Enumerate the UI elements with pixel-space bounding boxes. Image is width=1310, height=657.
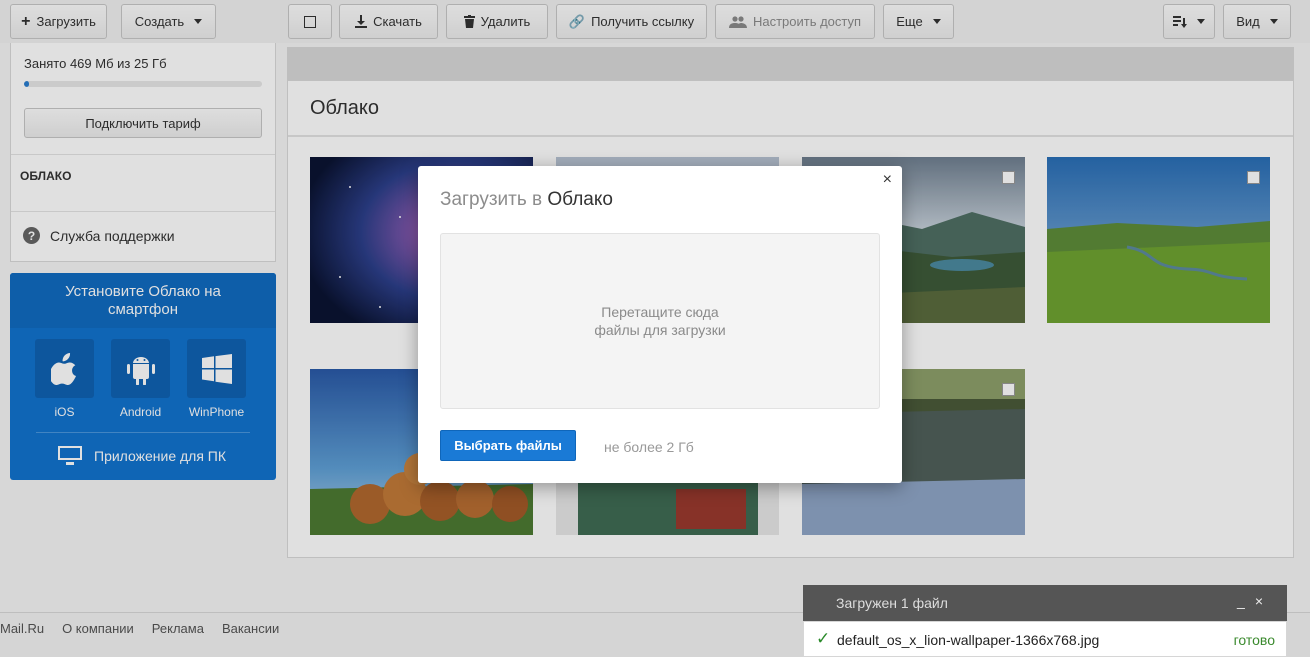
size-limit-text: не более 2 Гб [604, 439, 694, 455]
upload-status-text: готово [1233, 632, 1275, 648]
panel-controls: _× [1237, 593, 1273, 609]
upload-status-title: Загружен 1 файл [836, 595, 948, 611]
dialog-title: Загрузить в Облако [440, 189, 613, 211]
upload-dialog: Загрузить в Облако × Перетащите сюда фай… [418, 166, 902, 483]
close-icon[interactable]: × [883, 172, 892, 188]
drop-zone[interactable]: Перетащите сюда файлы для загрузки [440, 233, 880, 409]
choose-files-button[interactable]: Выбрать файлы [440, 430, 576, 461]
uploaded-file-name: default_os_x_lion-wallpaper-1366x768.jpg [837, 632, 1100, 648]
upload-status-header: Загружен 1 файл _× [803, 585, 1287, 621]
minimize-icon[interactable]: _ [1237, 593, 1255, 609]
dropzone-line2: файлы для загрузки [594, 322, 726, 338]
dialog-title-destination: Облако [547, 189, 613, 210]
checkmark-icon: ✓ [816, 629, 831, 648]
dialog-title-prefix: Загрузить в [440, 189, 548, 210]
upload-file-row: ✓ default_os_x_lion-wallpaper-1366x768.j… [803, 621, 1287, 657]
upload-status-panel: Загружен 1 файл _× ✓ default_os_x_lion-w… [803, 585, 1287, 657]
dropzone-line1: Перетащите сюда [601, 304, 719, 320]
close-icon[interactable]: × [1255, 593, 1273, 609]
